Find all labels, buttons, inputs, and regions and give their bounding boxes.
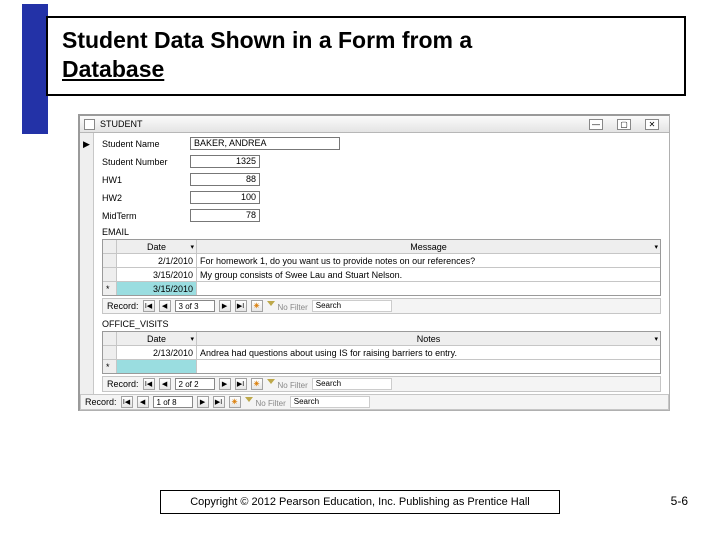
nav-new-button[interactable]: ✳ (229, 396, 241, 408)
grid-email: Date▾ Message▾ 2/1/2010 For homework 1, … (102, 239, 661, 296)
col-date[interactable]: Date▾ (117, 332, 197, 345)
nav-office: Record: I◀ ◀ 2 of 2 ▶ ▶I ✳ No Filter Sea… (102, 376, 661, 392)
nav-email: Record: I◀ ◀ 3 of 3 ▶ ▶I ✳ No Filter Sea… (102, 298, 661, 314)
search-input[interactable]: Search (290, 396, 370, 408)
page-number: 5-6 (671, 494, 688, 508)
nav-first-button[interactable]: I◀ (121, 396, 133, 408)
sort-icon: ▾ (190, 243, 194, 251)
slide-title: Student Data Shown in a Form from aDatab… (62, 26, 670, 84)
nav-position[interactable]: 3 of 3 (175, 300, 215, 312)
nav-last-button[interactable]: ▶I (235, 378, 247, 390)
col-message[interactable]: Message▾ (197, 240, 660, 253)
new-row-icon[interactable]: * (103, 282, 117, 295)
filter-icon (245, 397, 254, 406)
form-window: STUDENT — ▢ ✕ ▶ Student NameBAKER, ANDRE… (78, 114, 670, 411)
sort-icon: ▾ (654, 243, 658, 251)
nav-position[interactable]: 2 of 2 (175, 378, 215, 390)
search-input[interactable]: Search (312, 378, 392, 390)
close-button[interactable]: ✕ (645, 119, 659, 130)
copyright: Copyright © 2012 Pearson Education, Inc.… (160, 490, 560, 514)
table-row-new: * 3/15/2010 (103, 282, 660, 295)
maximize-button[interactable]: ▢ (617, 119, 631, 130)
window-header: STUDENT — ▢ ✕ (80, 116, 669, 133)
nav-last-button[interactable]: ▶I (235, 300, 247, 312)
nav-last-button[interactable]: ▶I (213, 396, 225, 408)
form-icon (84, 119, 95, 130)
input-hw1[interactable]: 88 (190, 173, 260, 186)
slide-title-box: Student Data Shown in a Form from aDatab… (46, 16, 686, 96)
col-date[interactable]: Date▾ (117, 240, 197, 253)
input-hw2[interactable]: 100 (190, 191, 260, 204)
nav-first-button[interactable]: I◀ (143, 378, 155, 390)
window-title: STUDENT (100, 119, 589, 129)
nav-outer: Record: I◀ ◀ 1 of 8 ▶ ▶I ✳ No Filter Sea… (80, 394, 669, 410)
nav-next-button[interactable]: ▶ (219, 378, 231, 390)
filter-icon (267, 301, 276, 310)
table-row: 2/1/2010 For homework 1, do you want us … (103, 254, 660, 268)
section-email: EMAIL (102, 227, 661, 237)
input-student-number[interactable]: 1325 (190, 155, 260, 168)
input-student-name[interactable]: BAKER, ANDREA (190, 137, 340, 150)
accent-bar (22, 4, 48, 134)
nav-position[interactable]: 1 of 8 (153, 396, 193, 408)
filter-icon (267, 379, 276, 388)
sort-icon: ▾ (190, 335, 194, 343)
label-hw1: HW1 (102, 175, 190, 185)
section-office: OFFICE_VISITS (102, 319, 661, 329)
input-midterm[interactable]: 78 (190, 209, 260, 222)
nav-prev-button[interactable]: ◀ (137, 396, 149, 408)
label-student-name: Student Name (102, 139, 190, 149)
table-row: 3/15/2010 My group consists of Swee Lau … (103, 268, 660, 282)
nav-next-button[interactable]: ▶ (197, 396, 209, 408)
nav-next-button[interactable]: ▶ (219, 300, 231, 312)
new-row-icon[interactable]: * (103, 360, 117, 373)
table-row: 2/13/2010 Andrea had questions about usi… (103, 346, 660, 360)
label-student-number: Student Number (102, 157, 190, 167)
search-input[interactable]: Search (312, 300, 392, 312)
sort-icon: ▾ (654, 335, 658, 343)
grid-office: Date▾ Notes▾ 2/13/2010 Andrea had questi… (102, 331, 661, 374)
minimize-button[interactable]: — (589, 119, 603, 130)
nav-new-button[interactable]: ✳ (251, 378, 263, 390)
current-record-icon: ▶ (80, 133, 93, 150)
nav-prev-button[interactable]: ◀ (159, 378, 171, 390)
nav-new-button[interactable]: ✳ (251, 300, 263, 312)
label-midterm: MidTerm (102, 211, 190, 221)
col-selector (103, 240, 117, 253)
col-notes[interactable]: Notes▾ (197, 332, 660, 345)
table-row-new: * (103, 360, 660, 373)
nav-first-button[interactable]: I◀ (143, 300, 155, 312)
nav-prev-button[interactable]: ◀ (159, 300, 171, 312)
record-selector[interactable]: ▶ (80, 133, 94, 394)
label-hw2: HW2 (102, 193, 190, 203)
